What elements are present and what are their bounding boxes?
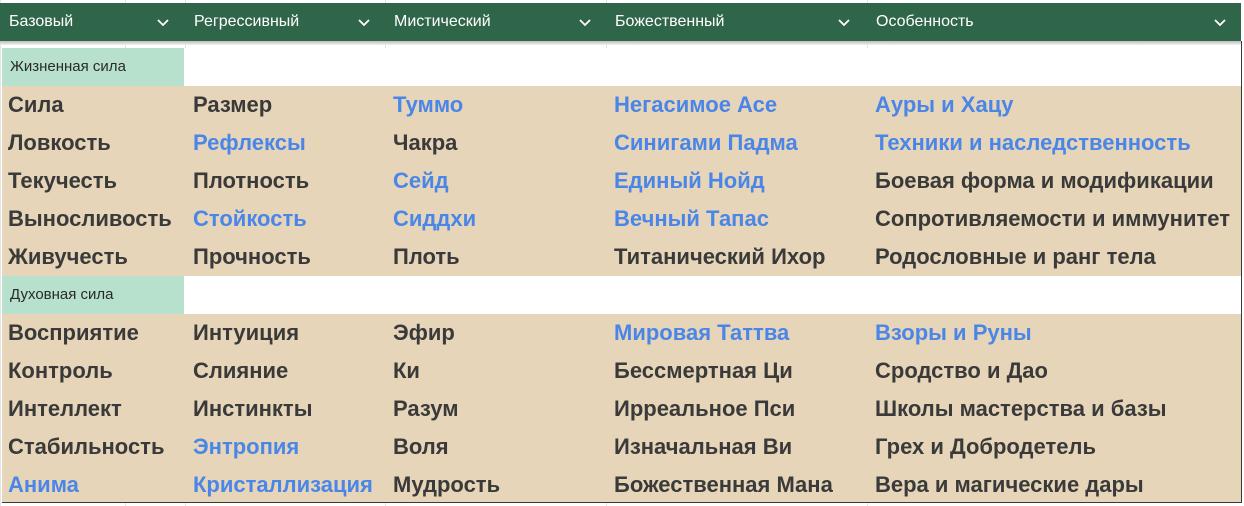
table-cell[interactable]: Ловкость bbox=[8, 124, 111, 162]
column-title: Мистический bbox=[394, 13, 491, 30]
chevron-down-icon[interactable] bbox=[1214, 16, 1226, 28]
table-cell[interactable]: Сейд bbox=[393, 162, 449, 200]
table-cell[interactable]: Родословные и ранг тела bbox=[875, 238, 1156, 276]
chevron-down-icon[interactable] bbox=[358, 16, 370, 28]
table-cell[interactable]: Плоть bbox=[393, 238, 460, 276]
section-label: Духовная сила bbox=[10, 286, 114, 303]
table-cell[interactable]: Интеллект bbox=[8, 390, 122, 428]
section-header-life: Жизненная сила bbox=[2, 48, 1242, 86]
table-cell[interactable]: Текучесть bbox=[8, 162, 117, 200]
section-label: Жизненная сила bbox=[10, 58, 126, 75]
table-cell[interactable]: Техники и наследственность bbox=[875, 124, 1191, 162]
table-cell[interactable]: Бессмертная Ци bbox=[614, 352, 793, 390]
table-cell[interactable]: Изначальная Ви bbox=[614, 428, 792, 466]
table-cell[interactable]: Мировая Таттва bbox=[614, 314, 789, 352]
table-cell[interactable]: Ки bbox=[393, 352, 420, 390]
table-cell[interactable]: Сила bbox=[8, 86, 64, 124]
section-block-spirit: Восприятие Интуиция Эфир Мировая Таттва Взор… bbox=[2, 314, 1242, 502]
table-cell[interactable]: Негасимое Асе bbox=[614, 86, 777, 124]
table-cell[interactable]: Анима bbox=[8, 466, 79, 504]
table-cell[interactable]: Рефлексы bbox=[193, 124, 306, 162]
table-cell[interactable]: Выносливость bbox=[8, 200, 172, 238]
chevron-down-icon[interactable] bbox=[838, 16, 850, 28]
table-cell[interactable]: Титанический Ихор bbox=[614, 238, 825, 276]
table-cell[interactable]: Единый Нойд bbox=[614, 162, 765, 200]
table-cell[interactable]: Грех и Добродетель bbox=[875, 428, 1096, 466]
section-header-spirit: Духовная сила bbox=[2, 276, 1242, 314]
table-cell[interactable]: Стойкость bbox=[193, 200, 307, 238]
chevron-down-icon[interactable] bbox=[157, 16, 169, 28]
column-filter-regressive[interactable]: Регрессивный bbox=[185, 3, 382, 41]
column-title: Божественный bbox=[615, 13, 725, 30]
table-cell[interactable]: Кристаллизация bbox=[193, 466, 373, 504]
table-cell[interactable]: Школы мастерства и базы bbox=[875, 390, 1167, 428]
table-cell[interactable]: Сиддхи bbox=[393, 200, 476, 238]
table-cell[interactable]: Размер bbox=[193, 86, 272, 124]
section-block-life: Сила Размер Туммо Негасимое Асе Ауры и Хацу Л… bbox=[2, 86, 1242, 276]
column-filter-mystic[interactable]: Мистический bbox=[385, 3, 603, 41]
column-title: Базовый bbox=[9, 13, 74, 30]
table-cell[interactable]: Туммо bbox=[393, 86, 463, 124]
table-cell[interactable]: Живучесть bbox=[8, 238, 128, 276]
table-cell[interactable]: Разум bbox=[393, 390, 459, 428]
table-border-right bbox=[1241, 41, 1242, 503]
table-cell[interactable]: Боевая форма и модификации bbox=[875, 162, 1214, 200]
table-cell[interactable]: Синигами Падма bbox=[614, 124, 798, 162]
table-cell[interactable]: Инстинкты bbox=[193, 390, 313, 428]
table-cell[interactable]: Энтропия bbox=[193, 428, 299, 466]
table-border-bottom bbox=[2, 502, 1242, 503]
table-cell[interactable]: Взоры и Руны bbox=[875, 314, 1032, 352]
table-cell[interactable]: Чакра bbox=[393, 124, 457, 162]
frozen-header-shadow bbox=[0, 41, 1241, 45]
table-cell[interactable]: Ауры и Хацу bbox=[875, 86, 1013, 124]
table-cell[interactable]: Воля bbox=[393, 428, 449, 466]
chevron-down-icon[interactable] bbox=[579, 16, 591, 28]
table-cell[interactable]: Вера и магические дары bbox=[875, 466, 1144, 504]
section-label-cell[interactable]: Жизненная сила bbox=[2, 48, 184, 86]
table-cell[interactable]: Божественная Мана bbox=[614, 466, 833, 504]
table-cell[interactable]: Восприятие bbox=[8, 314, 139, 352]
section-label-cell[interactable]: Духовная сила bbox=[2, 276, 184, 314]
table-cell[interactable]: Сродство и Дао bbox=[875, 352, 1048, 390]
table-cell[interactable]: Сопротивляемости и иммунитет bbox=[875, 200, 1230, 238]
table-cell[interactable]: Вечный Тапас bbox=[614, 200, 769, 238]
column-filter-base[interactable]: Базовый bbox=[0, 3, 182, 41]
column-title: Особенность bbox=[876, 13, 974, 30]
column-title: Регрессивный bbox=[194, 13, 300, 30]
table-cell[interactable]: Плотность bbox=[193, 162, 309, 200]
column-filter-divine[interactable]: Божественный bbox=[606, 3, 864, 41]
table-cell[interactable]: Стабильность bbox=[8, 428, 164, 466]
table-cell[interactable]: Слияние bbox=[193, 352, 288, 390]
table-cell[interactable]: Интуиция bbox=[193, 314, 299, 352]
table-cell[interactable]: Мудрость bbox=[393, 466, 500, 504]
header-row: Базовый Регрессивный Мистический Божеств… bbox=[0, 3, 1241, 41]
column-filter-feature[interactable]: Особенность bbox=[867, 3, 1241, 41]
table-cell[interactable]: Прочность bbox=[193, 238, 311, 276]
table-cell[interactable]: Эфир bbox=[393, 314, 455, 352]
table-cell[interactable]: Контроль bbox=[8, 352, 113, 390]
spreadsheet: Базовый Регрессивный Мистический Божеств… bbox=[0, 0, 1244, 506]
table-cell[interactable]: Ирреальное Пси bbox=[614, 390, 795, 428]
